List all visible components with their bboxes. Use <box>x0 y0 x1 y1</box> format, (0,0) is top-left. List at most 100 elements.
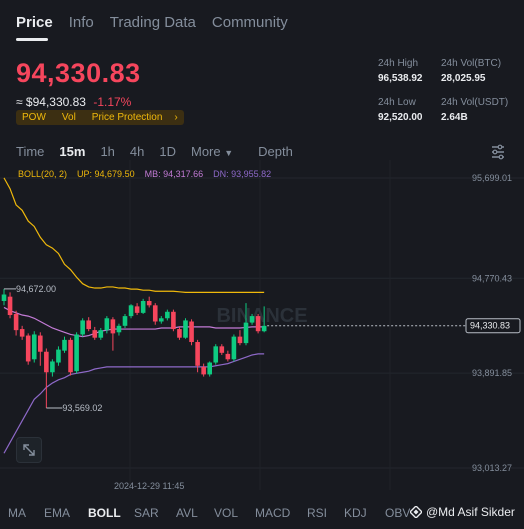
badge-price-protection[interactable]: Price Protection <box>84 112 171 123</box>
tab-community[interactable]: Community <box>212 14 288 31</box>
price-axis-label: 95,699.01 <box>472 173 512 183</box>
candle-body <box>183 320 188 338</box>
candle-body <box>140 300 146 313</box>
price-axis-label: 94,770.43 <box>472 273 512 283</box>
boll-dn-line <box>3 353 265 454</box>
candle-body <box>231 336 237 360</box>
tab-trading-data[interactable]: Trading Data <box>110 14 196 31</box>
binance-logo-watermark: BINANCE <box>216 305 307 327</box>
candle-body <box>171 311 176 330</box>
stat-value: 96,538.92 <box>378 73 423 84</box>
candle-body <box>219 346 225 353</box>
candle-body <box>31 334 37 360</box>
interval-1d[interactable]: 1D <box>159 144 176 159</box>
stat-value: 2.64B <box>441 112 468 123</box>
expand-icon <box>23 444 35 456</box>
candle-body <box>189 321 194 343</box>
candle-body <box>128 305 134 317</box>
candle-body <box>122 316 128 326</box>
candle-body <box>56 349 61 363</box>
indicator-ema[interactable]: EMA <box>44 506 70 520</box>
top-tabs: Price Info Trading Data Community <box>16 14 288 31</box>
chart-settings-icon[interactable] <box>490 144 506 160</box>
tag-badges: POW Vol Price Protection › <box>16 110 184 125</box>
interval-time[interactable]: Time <box>16 144 44 159</box>
stat-24h-low: 24h Low 92,520.00 <box>378 97 423 123</box>
candle-body <box>13 313 19 331</box>
low-marker-label: 93,569.02 <box>62 403 102 413</box>
indicator-rsi[interactable]: RSI <box>307 506 327 520</box>
indicator-macd[interactable]: MACD <box>255 506 290 520</box>
author-watermark: @Md Asif Sikder <box>410 505 515 519</box>
candle-body <box>159 318 164 322</box>
expand-chart-button[interactable] <box>16 437 42 463</box>
candle-body <box>116 325 122 333</box>
indicator-boll[interactable]: BOLL <box>88 506 121 520</box>
candlestick-chart[interactable]: BINANCE 95,699.01 94,770.43 93,891.85 93,01… <box>0 160 524 490</box>
stat-value: 92,520.00 <box>378 112 423 123</box>
time-axis-label: 2024-12-29 11:45 <box>114 481 184 490</box>
indicator-kdj[interactable]: KDJ <box>344 506 367 520</box>
indicator-obv[interactable]: OBV <box>385 506 410 520</box>
stat-label: 24h Vol(USDT) <box>441 97 509 108</box>
candle-body <box>201 366 206 375</box>
indicator-sar[interactable]: SAR <box>134 506 159 520</box>
interval-more[interactable]: More ▼ <box>191 144 233 159</box>
price-change: -1.17% <box>93 95 132 109</box>
watermark-text: @Md Asif Sikder <box>426 505 515 519</box>
stat-label: 24h High <box>378 58 419 69</box>
candle-body <box>68 339 73 373</box>
interval-depth[interactable]: Depth <box>258 144 293 159</box>
stat-value: 28,025.95 <box>441 73 486 84</box>
candle-body <box>62 339 67 351</box>
interval-bar: Time 15m 1h 4h 1D More ▼ Depth <box>16 144 293 159</box>
legend-boll: BOLL(20, 2) <box>18 169 68 179</box>
candle-body <box>255 316 261 332</box>
price-usd-row: ≈ $94,330.83 -1.17% <box>16 95 131 109</box>
indicator-ma[interactable]: MA <box>8 506 26 520</box>
candle-body <box>19 329 25 337</box>
tab-info[interactable]: Info <box>69 14 94 31</box>
chevron-right-icon: › <box>174 112 178 123</box>
stat-label: 24h Low <box>378 97 416 108</box>
candle-body <box>152 305 158 322</box>
current-price-label: 94,330.83 <box>470 321 510 331</box>
candle-body <box>261 325 267 332</box>
candle-body <box>7 296 13 316</box>
tab-underline <box>16 38 48 41</box>
indicator-vol[interactable]: VOL <box>214 506 238 520</box>
legend-up: UP: 94,679.50 <box>77 169 135 179</box>
candle-body <box>44 351 49 373</box>
boll-legend: BOLL(20, 2) UP: 94,679.50 MB: 94,317.66 … <box>18 169 271 179</box>
candle-body <box>237 336 243 344</box>
last-price: 94,330.83 <box>16 58 141 88</box>
interval-1h[interactable]: 1h <box>100 144 114 159</box>
candle-body <box>225 353 231 360</box>
candle-body <box>134 306 140 313</box>
legend-dn: DN: 93,955.82 <box>213 169 272 179</box>
price-axis-label: 93,891.85 <box>472 368 512 378</box>
candle-body <box>50 361 55 373</box>
interval-more-label: More <box>191 144 221 159</box>
stat-24h-vol-usdt: 24h Vol(USDT) 2.64B <box>441 97 508 123</box>
interval-4h[interactable]: 4h <box>130 144 144 159</box>
badge-vol[interactable]: Vol <box>54 112 84 123</box>
candle-body <box>86 320 91 330</box>
candle-body <box>92 330 98 338</box>
candle-body <box>207 362 212 375</box>
candle-body <box>213 346 219 363</box>
candle-body <box>249 316 255 323</box>
candle-body <box>110 319 116 334</box>
candle-body <box>104 318 110 331</box>
indicator-avl[interactable]: AVL <box>176 506 198 520</box>
candle-body <box>195 342 200 366</box>
badge-pow[interactable]: POW <box>22 112 54 123</box>
candle-body <box>165 311 170 319</box>
usd-price: ≈ $94,330.83 <box>16 95 86 109</box>
tab-price[interactable]: Price <box>16 14 53 31</box>
candle-body <box>98 330 104 338</box>
stat-24h-high: 24h High 96,538.92 <box>378 58 423 84</box>
interval-15m[interactable]: 15m <box>59 144 85 159</box>
candle-body <box>80 320 85 335</box>
stat-label: 24h Vol(BTC) <box>441 58 502 69</box>
